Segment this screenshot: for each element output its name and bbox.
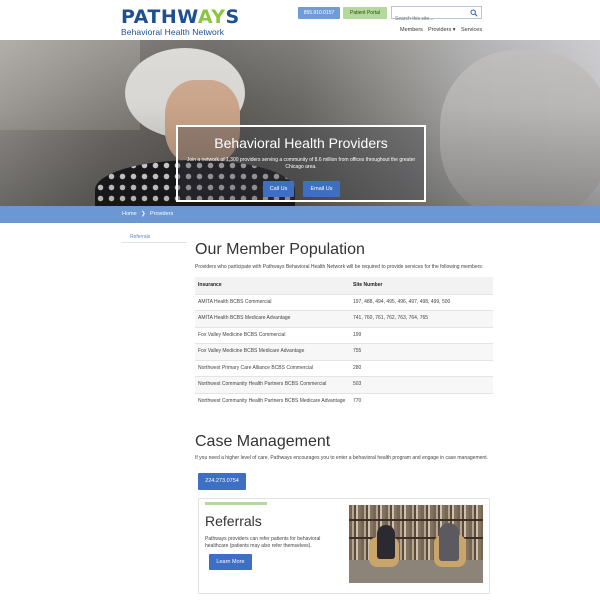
insurance-cell: Northwest Community Health Partners BCBS…: [195, 376, 350, 393]
site-number-cell: 770: [350, 392, 493, 410]
sidebar-divider: [121, 242, 187, 243]
patient-portal-button[interactable]: Patient Portal: [343, 7, 387, 19]
chevron-right-icon: ❯: [141, 211, 146, 217]
search-box: [391, 6, 482, 25]
nav-members[interactable]: Members: [400, 27, 423, 33]
breadcrumb: Home ❯ Providers: [0, 206, 600, 223]
insurance-table: Insurance Site Number AMITA Health BCBS …: [195, 277, 493, 410]
site-number-cell: 199: [350, 326, 493, 344]
insurance-cell: Northwest Community Health Partners BCBS…: [195, 392, 350, 410]
logo-tagline: Behavioral Health Network: [121, 27, 225, 37]
site-number-cell: 755: [350, 343, 493, 360]
logo-wordmark: PATHWAYS: [121, 6, 240, 28]
table-header-row: Insurance Site Number: [195, 277, 493, 294]
referrals-text: Pathways providers can refer patients fo…: [205, 536, 321, 549]
learn-more-button[interactable]: Learn More: [209, 554, 252, 570]
site-number-cell: 503: [350, 376, 493, 393]
breadcrumb-home[interactable]: Home: [122, 211, 137, 217]
call-us-button[interactable]: Call Us: [263, 181, 294, 197]
insurance-cell: AMITA Health BCBS Commercial: [195, 293, 350, 311]
insurance-cell: AMITA Health BCBS Medicare Advantage: [195, 310, 350, 327]
breadcrumb-current: Providers: [150, 211, 174, 217]
nav-providers[interactable]: Providers ▾: [428, 27, 456, 33]
photo-person: [377, 525, 395, 559]
insurance-cell: Fox Valley Medicine BCBS Medicare Advant…: [195, 343, 350, 360]
nav-services[interactable]: Services: [461, 27, 482, 33]
member-population-intro: Providers who participate with Pathways …: [195, 264, 484, 270]
table-row: Fox Valley Medicine BCBS Medicare Advant…: [195, 343, 493, 360]
case-management-text: If you need a higher level of care, Path…: [195, 455, 488, 461]
search-input[interactable]: [392, 13, 467, 25]
referrals-accent-bar: [205, 502, 267, 505]
referrals-title: Referrals: [205, 513, 262, 529]
member-population-section: Our Member Population Providers who part…: [195, 240, 493, 410]
member-population-title: Our Member Population: [195, 241, 365, 258]
hero-callout: Behavioral Health Providers Join a netwo…: [176, 125, 426, 202]
sidebar-item-referrals[interactable]: Referrals: [130, 234, 150, 240]
phone-button[interactable]: 855.910.0157: [298, 7, 340, 19]
table-row: Northwest Community Health Partners BCBS…: [195, 376, 493, 393]
site-number-cell: 741, 760, 761, 762, 763, 764, 765: [350, 310, 493, 327]
pathways-logo[interactable]: PATHWAYS Behavioral Health Network: [121, 6, 240, 38]
referrals-photo: [349, 505, 483, 583]
case-management-title: Case Management: [195, 433, 331, 450]
photo-shelf-line: [349, 519, 483, 521]
site-header: PATHWAYS Behavioral Health Network 855.9…: [0, 0, 600, 40]
table-row: AMITA Health BCBS Medicare Advantage 741…: [195, 310, 493, 327]
referrals-card: Referrals Pathways providers can refer p…: [198, 498, 490, 594]
site-number-cell: 197, 488, 494, 495, 496, 497, 498, 499, …: [350, 293, 493, 311]
table-row: Fox Valley Medicine BCBS Commercial 199: [195, 326, 493, 344]
insurance-cell: Fox Valley Medicine BCBS Commercial: [195, 326, 350, 344]
hero-title: Behavioral Health Providers: [214, 135, 388, 151]
case-management-phone-button[interactable]: 224.273.0754: [198, 473, 246, 490]
hero-subtitle: Join a network of 1,300 providers servin…: [186, 157, 416, 170]
column-header-site-number: Site Number: [350, 277, 493, 294]
site-number-cell: 280: [350, 359, 493, 377]
hero-banner: Behavioral Health Providers Join a netwo…: [0, 40, 600, 206]
insurance-cell: Northwest Primary Care Alliance BCBS Com…: [195, 359, 350, 377]
column-header-insurance: Insurance: [195, 277, 350, 294]
table-row: Northwest Community Health Partners BCBS…: [195, 392, 493, 410]
search-icon[interactable]: [470, 9, 478, 17]
email-us-button[interactable]: Email Us: [303, 181, 340, 197]
photo-person: [439, 523, 459, 561]
table-row: Northwest Primary Care Alliance BCBS Com…: [195, 359, 493, 377]
table-row: AMITA Health BCBS Commercial 197, 488, 4…: [195, 293, 493, 311]
